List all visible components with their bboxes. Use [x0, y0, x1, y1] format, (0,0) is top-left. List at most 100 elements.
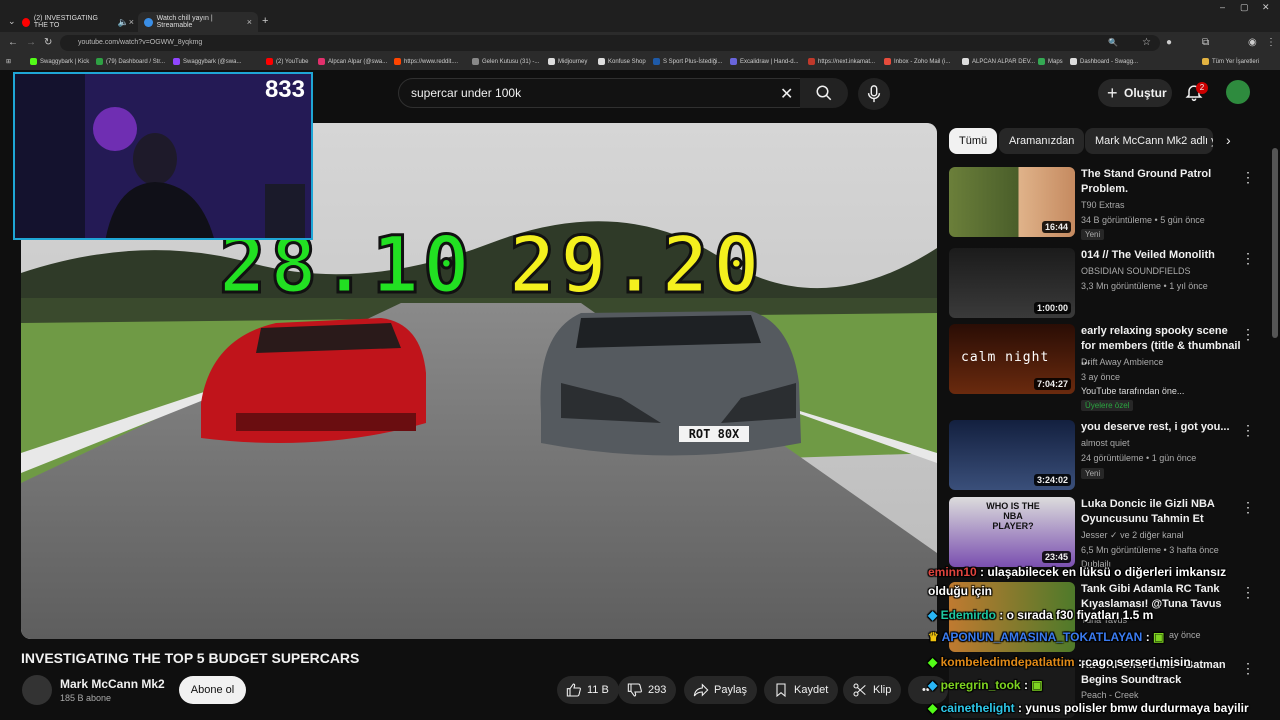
gem-badge-icon: ◆ [928, 608, 938, 622]
back-icon[interactable]: ← [8, 37, 18, 48]
chip-channel[interactable]: Mark McCann Mk2 adlı y [1085, 128, 1213, 154]
account-avatar[interactable] [1226, 80, 1250, 104]
forward-icon[interactable]: → [26, 37, 36, 48]
bookmark-item[interactable]: Swaggybark | Kick [30, 58, 89, 65]
more-vertical-icon[interactable]: ⋮ [1241, 584, 1255, 601]
tab-close-icon[interactable]: × [247, 17, 252, 27]
recommendation-item[interactable]: 3:24:02 you deserve rest, i got you... a… [949, 420, 1259, 490]
chat-username: Edemirdo [940, 608, 996, 622]
apps-grid-icon[interactable]: ⊞ [6, 58, 11, 65]
bookmark-icon [776, 683, 786, 698]
bookmark-item[interactable]: ALPCAN ALPAR DEV... [962, 58, 1035, 65]
dislike-button[interactable]: 293 [618, 676, 677, 704]
video-thumbnail[interactable]: WHO IS THE NBA PLAYER? 23:45 [949, 497, 1075, 567]
bookmark-item[interactable]: Alpcan Alpar (@swa... [318, 58, 387, 65]
minimize-icon[interactable]: – [1220, 2, 1225, 12]
bookmark-item[interactable]: S Sport Plus-İstediği... [653, 58, 722, 65]
tab-streamable[interactable]: Watch chill yayın | Streamable × [138, 12, 258, 32]
bookmarks-bar: ⊞ Swaggybark | Kick (79) Dashboard / Str… [0, 54, 1280, 70]
browser-menu-icon[interactable]: ⋮ [1266, 37, 1276, 48]
video-duration: 1:00:00 [1033, 302, 1071, 314]
more-vertical-icon[interactable]: ⋮ [1241, 660, 1255, 677]
channel-avatar[interactable] [22, 675, 52, 705]
bookmark-item[interactable]: Midjourney [548, 58, 587, 65]
tab-mute-icon[interactable]: 🔈 [118, 17, 129, 28]
voice-search-button[interactable] [858, 78, 890, 110]
extension-icon[interactable]: ● [1166, 37, 1172, 48]
bookmark-item[interactable]: (2) YouTube [266, 58, 308, 65]
tab-youtube[interactable]: (2) INVESTIGATING THE TO 🔈 × [22, 14, 134, 30]
reddit-icon [394, 58, 401, 65]
clear-search-icon[interactable]: ✕ [780, 84, 793, 104]
bookmark-item[interactable]: Konfuse Shop [598, 58, 646, 65]
clip-button[interactable]: Klip [843, 676, 902, 704]
video-thumbnail[interactable]: 3:24:02 [949, 420, 1075, 490]
page-scrollbar[interactable] [1272, 148, 1278, 338]
url-field[interactable]: youtube.com/watch?v=OGWW_8yqkmg [60, 35, 1160, 51]
subscribe-button[interactable]: Abone ol [179, 676, 246, 704]
recommendation-meta: ay önce [1169, 630, 1201, 640]
reload-icon[interactable]: ↻ [44, 37, 52, 48]
bookmark-star-icon[interactable]: ☆ [1142, 37, 1151, 48]
more-vertical-icon[interactable]: ⋮ [1241, 250, 1255, 267]
more-vertical-icon[interactable]: ⋮ [1241, 499, 1255, 516]
recommendation-item[interactable]: calm night 7:04:27 early relaxing spooky… [949, 324, 1259, 411]
chat-username: eminn10 [928, 565, 977, 579]
tab-close-icon[interactable]: × [129, 17, 134, 27]
new-tab-icon[interactable]: + [262, 15, 268, 27]
plus-icon: + [1107, 83, 1118, 103]
chip-all[interactable]: Tümü [949, 128, 998, 154]
channel-name[interactable]: Mark McCann Mk2 [60, 677, 165, 691]
instagram-icon [318, 58, 325, 65]
recommendation-channel: OBSIDIAN SOUNDFIELDS [1081, 266, 1191, 276]
search-query: supercar under 100k [411, 86, 522, 100]
video-thumbnail[interactable]: 16:44 [949, 167, 1075, 237]
save-button[interactable]: Kaydet [764, 676, 839, 704]
bookmark-item[interactable]: Inbox - Zoho Mail (i... [884, 58, 950, 65]
tab-search-icon[interactable]: ⌄ [8, 16, 16, 27]
new-badge: Yeni [1081, 229, 1105, 240]
all-bookmarks[interactable]: Tüm Yer İşaretleri [1202, 58, 1259, 65]
video-thumbnail[interactable]: 1:00:00 [949, 248, 1075, 318]
create-button[interactable]: + Oluştur [1098, 79, 1172, 107]
recommendation-item[interactable]: WHO IS THE NBA PLAYER? 23:45 Luka Doncic… [949, 497, 1259, 569]
more-vertical-icon[interactable]: ⋮ [1241, 422, 1255, 439]
recommendation-item[interactable]: 1:00:00 014 // The Veiled Monolith OBSID… [949, 248, 1259, 318]
youtube-favicon-icon [22, 17, 30, 27]
thumbnail-text: WHO IS THE NBA PLAYER? [986, 501, 1040, 531]
more-vertical-icon[interactable]: ⋮ [1241, 326, 1255, 343]
bookmark-item[interactable]: Gelen Kutusu (31) -... [472, 58, 539, 65]
recommendation-meta: 24 görüntüleme • 1 gün önce [1081, 453, 1197, 463]
browser-tab-bar: ⌄ (2) INVESTIGATING THE TO 🔈 × Watch chi… [0, 0, 1280, 32]
bookmark-item[interactable]: Dashboard - Swagg... [1070, 58, 1138, 65]
bookmark-item[interactable]: (79) Dashboard / Str... [96, 58, 165, 65]
bookmark-item[interactable]: Maps [1038, 58, 1063, 65]
youtube-page: supercar under 100k ✕ + Oluştur 2 28.10 … [0, 70, 1280, 720]
more-vertical-icon[interactable]: ⋮ [1241, 169, 1255, 186]
chevron-right-icon[interactable]: › [1226, 132, 1231, 148]
recommendation-item[interactable]: 16:44 The Stand Ground Patrol Problem. T… [949, 167, 1259, 240]
video-thumbnail[interactable]: calm night 7:04:27 [949, 324, 1075, 394]
bookmark-item[interactable]: https://next.inkamat... [808, 58, 875, 65]
search-input[interactable]: supercar under 100k [398, 78, 806, 108]
search-button[interactable] [800, 78, 848, 108]
like-button[interactable]: 11 B [557, 676, 619, 704]
ssport-icon [653, 58, 660, 65]
profile-icon[interactable]: ◉ [1248, 37, 1257, 48]
extensions-puzzle-icon[interactable]: ⧉ [1202, 37, 1209, 48]
bookmark-item[interactable]: https://www.reddit.... [394, 58, 458, 65]
bookmark-item[interactable]: Excalidraw | Hand-d... [730, 58, 799, 65]
chip-from-search[interactable]: Aramanızdan [999, 128, 1085, 154]
streamable-favicon-icon [144, 17, 153, 27]
thumbs-up-icon [566, 683, 581, 697]
zoom-icon[interactable]: 🔍 [1108, 38, 1118, 47]
thumbnail-text: calm night [961, 350, 1050, 365]
maximize-icon[interactable]: ▢ [1240, 2, 1249, 13]
close-window-icon[interactable]: ✕ [1262, 2, 1270, 13]
sub-badge-icon: ◆ [928, 701, 938, 715]
share-button[interactable]: Paylaş [684, 676, 758, 704]
save-label: Kaydet [794, 684, 829, 696]
chat-message: ♛ APONUN_AMASINA_TOKATLAYAN : ▣ [928, 630, 1165, 644]
bookmark-item[interactable]: Swaggybark (@swa... [173, 58, 241, 65]
emote-icon: ▣ [1153, 630, 1165, 644]
